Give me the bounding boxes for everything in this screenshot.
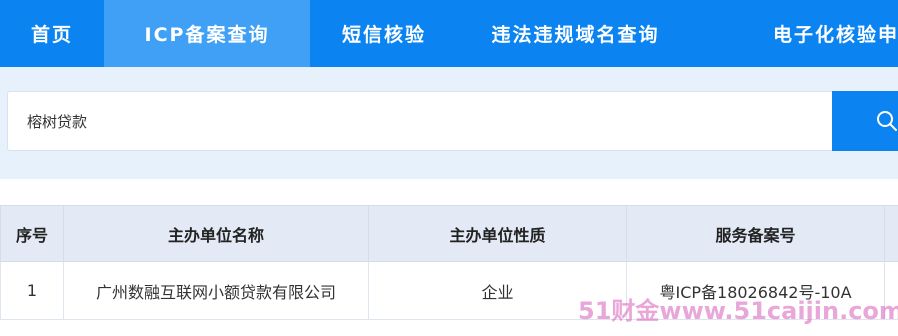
nav-item-home[interactable]: 首页 xyxy=(0,0,104,67)
search-button[interactable] xyxy=(832,91,898,151)
search-area xyxy=(0,67,898,179)
table-row[interactable]: 1 广州数融互联网小额贷款有限公司 企业 粤ICP备18026842号-10A xyxy=(0,261,898,320)
table-header-row: 序号 主办单位名称 主办单位性质 服务备案号 xyxy=(0,205,898,262)
column-header-license-number: 服务备案号 xyxy=(626,205,885,262)
column-header-extra xyxy=(884,205,898,262)
nav-item-illegal-domain-query[interactable]: 违法违规域名查询 xyxy=(458,0,693,67)
search-box xyxy=(7,91,832,151)
nav-item-electronic-verify[interactable]: 电子化核验申 xyxy=(693,0,898,67)
nav-item-icp-query[interactable]: ICP备案查询 xyxy=(104,0,310,67)
results-table: 序号 主办单位名称 主办单位性质 服务备案号 1 广州数融互联网小额贷款有限公司… xyxy=(0,205,898,320)
cell-organizer-name: 广州数融互联网小额贷款有限公司 xyxy=(63,261,369,320)
top-navigation: 首页 ICP备案查询 短信核验 违法违规域名查询 电子化核验申 xyxy=(0,0,898,67)
nav-item-sms-verify[interactable]: 短信核验 xyxy=(310,0,458,67)
cell-license-number: 粤ICP备18026842号-10A xyxy=(626,261,885,320)
column-header-organizer-name: 主办单位名称 xyxy=(63,205,369,262)
results-table-wrapper: 序号 主办单位名称 主办单位性质 服务备案号 1 广州数融互联网小额贷款有限公司… xyxy=(0,205,898,320)
cell-extra xyxy=(884,261,898,320)
cell-organizer-type: 企业 xyxy=(368,261,627,320)
column-header-organizer-type: 主办单位性质 xyxy=(368,205,627,262)
search-icon xyxy=(877,111,897,131)
cell-index: 1 xyxy=(0,261,64,320)
search-input[interactable] xyxy=(8,92,832,150)
column-header-index: 序号 xyxy=(0,205,64,262)
